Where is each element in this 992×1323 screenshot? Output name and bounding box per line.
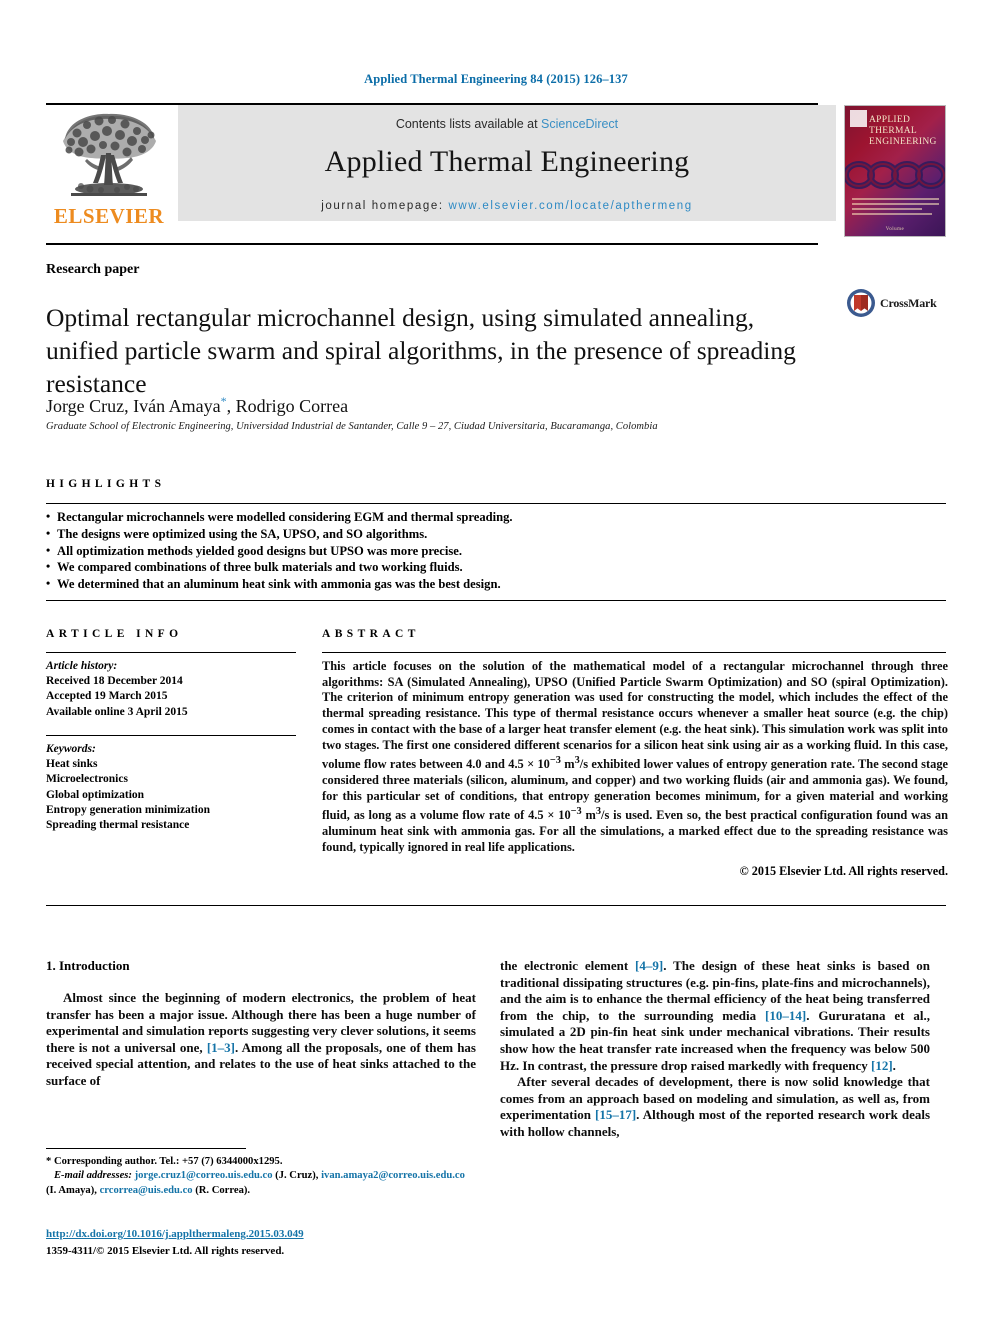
keywords-label: Keywords: <box>46 743 96 755</box>
citation-ref[interactable]: [12] <box>871 1058 893 1073</box>
corresponding-author-note: Corresponding author. Tel.: +57 (7) 6344… <box>53 1156 283 1167</box>
author-list: Jorge Cruz, Iván Amaya*, Rodrigo Correa <box>46 394 348 417</box>
issn-copyright-line: 1359-4311/© 2015 Elsevier Ltd. All right… <box>46 1245 285 1257</box>
paragraph: After several decades of development, th… <box>500 1074 930 1140</box>
list-item: The designs were optimized using the SA,… <box>46 525 926 543</box>
contents-line: Contents lists available at ScienceDirec… <box>178 105 836 131</box>
authors-first: Jorge Cruz, Iván Amaya <box>46 396 221 416</box>
abstract-copyright: © 2015 Elsevier Ltd. All rights reserved… <box>739 864 948 878</box>
affiliation: Graduate School of Electronic Engineerin… <box>46 421 658 432</box>
section-title-introduction: 1. Introduction <box>46 958 130 973</box>
doi-link[interactable]: http://dx.doi.org/10.1016/j.applthermale… <box>46 1228 304 1240</box>
paragraph-part: the electronic element <box>500 958 636 973</box>
email-owner-1: (J. Cruz), <box>275 1170 319 1182</box>
article-history-label: Article history: <box>46 660 118 672</box>
highlights-top-rule <box>46 503 946 504</box>
keywords-rule <box>46 735 296 736</box>
history-item: Accepted 19 March 2015 <box>46 690 168 703</box>
keyword-item: Microelectronics <box>46 773 128 786</box>
flow-rate-value-2: 4.5 × 10 <box>528 808 571 823</box>
cover-footer: Volume <box>885 227 905 232</box>
paragraph: Almost since the beginning of modern ele… <box>46 990 476 1090</box>
journal-title: Applied Thermal Engineering <box>324 145 690 178</box>
masthead-bottom-rule <box>46 243 818 245</box>
footnote-star-icon: * <box>46 1156 54 1167</box>
journal-homepage-link[interactable]: www.elsevier.com/locate/apthermeng <box>449 200 693 212</box>
email-link-3[interactable]: crcorrea@uis.edu.co <box>100 1185 193 1196</box>
article-title: Optimal rectangular microchannel design,… <box>46 303 796 399</box>
crossmark-label: CrossMark <box>880 295 937 310</box>
article-info-heading: ARTICLE INFO <box>46 628 183 640</box>
list-item: Rectangular microchannels were modelled … <box>46 508 926 526</box>
elsevier-wordmark: ELSEVIER <box>53 204 165 228</box>
flow-rate-unit: m <box>560 757 575 772</box>
list-item: We determined that an aluminum heat sink… <box>46 575 926 593</box>
email-link-2[interactable]: ivan.amaya2@correo.uis.edu.co <box>321 1170 465 1181</box>
article-type: Research paper <box>46 262 140 277</box>
email-owner-2: (I. Amaya), <box>46 1184 97 1196</box>
abstract-bottom-rule <box>46 905 946 906</box>
keyword-item: Spreading thermal resistance <box>46 819 190 832</box>
highlights-heading: HIGHLIGHTS <box>46 478 166 490</box>
paragraph-part: . <box>892 1057 896 1073</box>
journal-article-page: Applied Thermal Engineering 84 (2015) 12… <box>0 0 992 1323</box>
keyword-item: Global optimization <box>46 788 145 801</box>
sciencedirect-link[interactable]: ScienceDirect <box>541 117 618 131</box>
abstract-text: This article focuses on the solution of … <box>322 659 948 856</box>
keyword-item: Entropy generation minimization <box>46 803 210 816</box>
flow-rate-unit-tail: /s <box>579 757 589 772</box>
cover-elsevier-mark <box>850 110 867 127</box>
elsevier-logo: ELSEVIER <box>46 105 172 237</box>
journal-banner: Contents lists available at ScienceDirec… <box>178 105 836 221</box>
cover-title: APPLIED THERMAL ENGINEERING <box>869 115 940 148</box>
highlights-list: Rectangular microchannels were modelled … <box>46 508 926 593</box>
abstract-part-1: This article focuses on the solution of … <box>322 659 948 772</box>
flow-rate-exponent-2: −3 <box>570 806 582 818</box>
footnote-rule <box>46 1148 246 1149</box>
paragraph: the electronic element [4–9]. The design… <box>500 958 930 1074</box>
citation-ref[interactable]: [1–3] <box>207 1040 235 1055</box>
body-column-left: 1. Introduction Almost since the beginni… <box>46 958 476 1090</box>
history-item: Received 18 December 2014 <box>46 675 183 688</box>
journal-cover-thumbnail: APPLIED THERMAL ENGINEERING Volume <box>844 105 946 237</box>
authors-rest: , Rodrigo Correa <box>226 396 349 416</box>
cover-editor-lines <box>852 198 939 218</box>
flow-rate-unit-2: m <box>581 808 596 823</box>
body-column-right: the electronic element [4–9]. The design… <box>500 958 930 1141</box>
flow-rate-exponent: −3 <box>549 755 561 767</box>
crossmark-icon <box>847 289 875 317</box>
cover-title-line2: THERMAL <box>869 126 918 136</box>
article-info-rule <box>46 652 296 653</box>
citation-ref[interactable]: [10–14] <box>765 1008 806 1023</box>
history-item: Available online 3 April 2015 <box>46 705 188 718</box>
contents-prefix: Contents lists available at <box>395 117 542 131</box>
keyword-item: Heat sinks <box>46 758 98 771</box>
email-addresses-label: E-mail addresses: <box>53 1170 132 1182</box>
abstract-heading: ABSTRACT <box>322 628 420 640</box>
citation-ref[interactable]: [15–17] <box>595 1107 636 1122</box>
list-item: All optimization methods yielded good de… <box>46 542 926 560</box>
flow-rate-value: 4.5 × 10 <box>508 757 550 772</box>
running-head: Applied Thermal Engineering 84 (2015) 12… <box>364 72 628 86</box>
elsevier-tree-icon <box>63 113 156 196</box>
keywords-block: Keywords: Heat sinks Microelectronics Gl… <box>46 742 296 833</box>
email-owner-3: (R. Correa). <box>195 1184 251 1196</box>
homepage-prefix: journal homepage: <box>321 200 449 212</box>
footnote-block: * Corresponding author. Tel.: +57 (7) 63… <box>46 1155 476 1198</box>
article-history: Article history: Received 18 December 20… <box>46 659 296 720</box>
cover-chain-graphic <box>845 161 945 189</box>
email-link-1[interactable]: jorge.cruz1@correo.uis.edu.co <box>135 1170 273 1181</box>
crossmark-badge[interactable]: CrossMark <box>846 288 937 318</box>
abstract-rule <box>322 652 946 653</box>
journal-homepage-line: journal homepage: www.elsevier.com/locat… <box>178 200 836 212</box>
masthead: ELSEVIER Contents lists available at Sci… <box>46 103 946 245</box>
cover-title-line3: ENGINEERING <box>869 137 937 147</box>
highlights-bottom-rule <box>46 600 946 601</box>
list-item: We compared combinations of three bulk m… <box>46 558 926 576</box>
cover-title-line1: APPLIED <box>869 115 911 125</box>
citation-ref[interactable]: [4–9] <box>635 958 663 973</box>
